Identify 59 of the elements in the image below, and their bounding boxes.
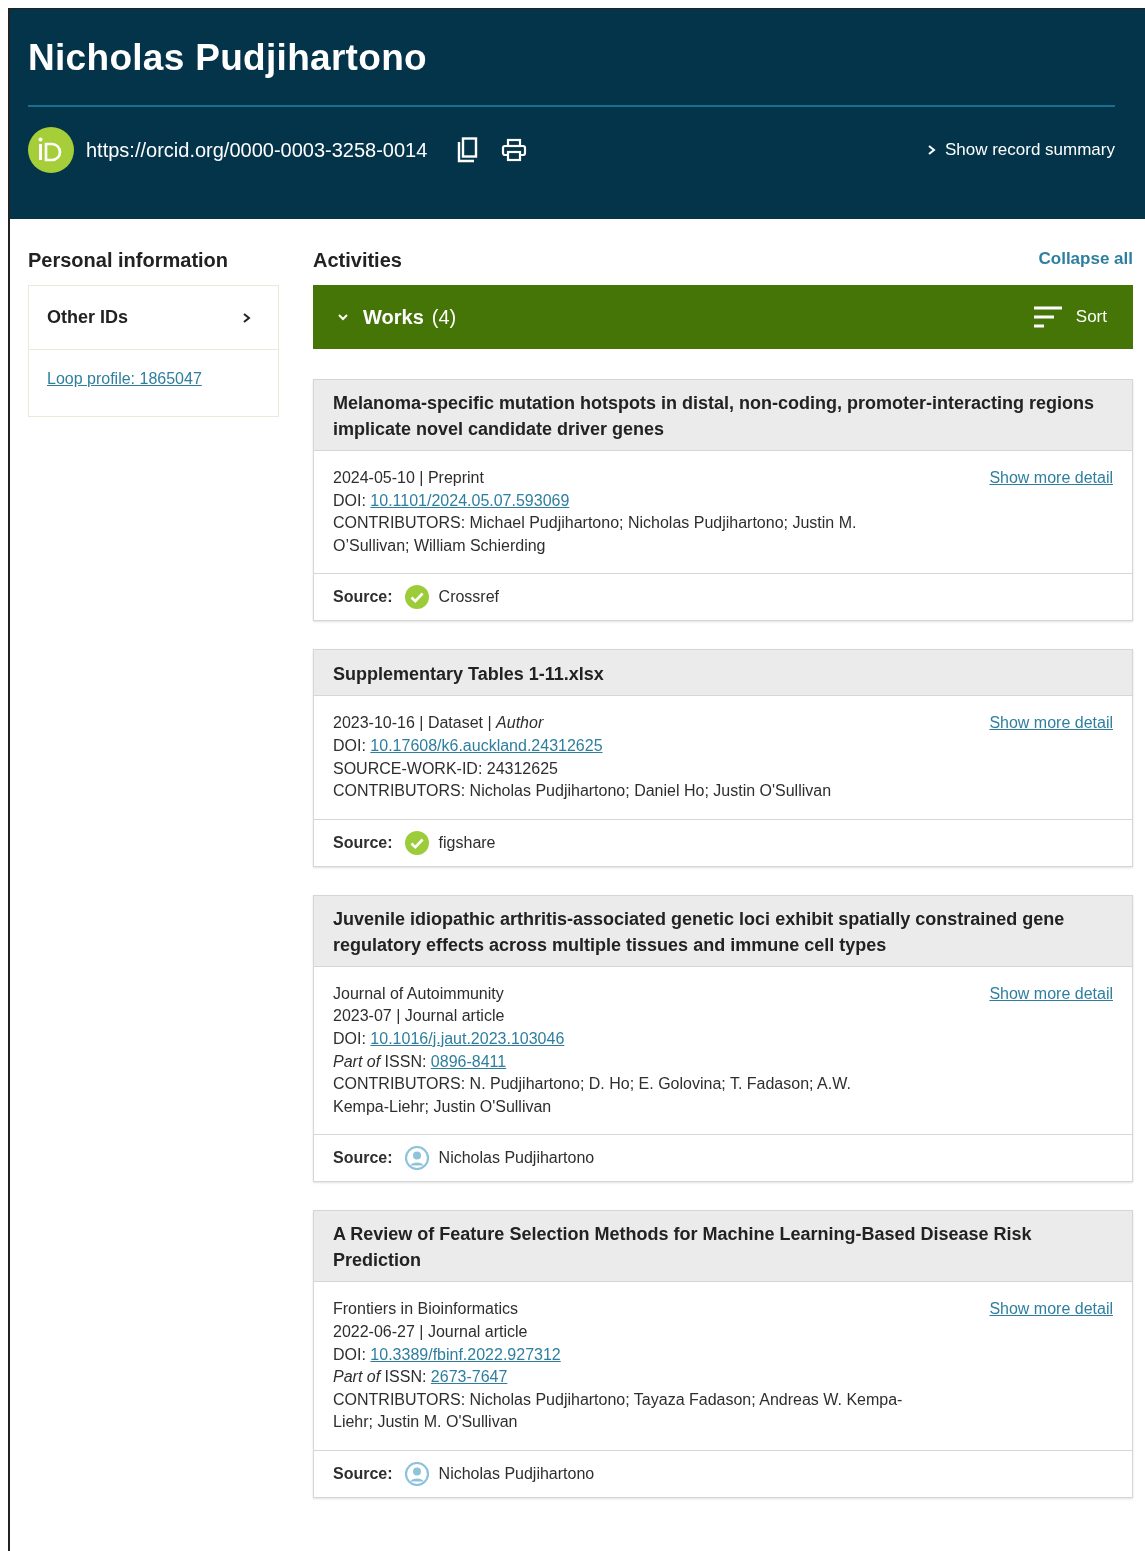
source-name: Crossref xyxy=(438,588,500,607)
work-detail-text: 2023-07 | Journal article xyxy=(333,1006,506,1027)
check-icon xyxy=(404,830,429,855)
source-label: Source: xyxy=(333,833,393,852)
work-detail-text: 2024-05-10 | Preprint xyxy=(333,468,485,488)
copy-icon[interactable] xyxy=(455,137,480,163)
source-name: Nicholas Pudjihartono xyxy=(438,1149,595,1168)
work-detail-text: CONTRIBUTORS: Nicholas Pudjihartono; Daniel Ho; Justin O'Sullivan xyxy=(333,781,833,802)
identifier-link[interactable]: 10.17608/k6.auckland.24312625 xyxy=(370,736,603,754)
check-icon xyxy=(404,585,429,610)
works-header-bar[interactable]: Works (4) Sort xyxy=(313,285,1133,349)
sort-label[interactable]: Sort xyxy=(1075,307,1107,327)
work-detail-text: Journal of Autoimmunity xyxy=(333,983,505,1004)
source-name: figshare xyxy=(438,833,496,852)
print-icon[interactable] xyxy=(501,138,528,162)
identifier-link[interactable]: 10.1016/j.jaut.2023.103046 xyxy=(370,1029,565,1047)
work-detail-text: SOURCE-WORK-ID: 24312625 xyxy=(333,758,559,779)
user-icon xyxy=(404,1461,429,1486)
work-title: Supplementary Tables 1-11.xlsx xyxy=(314,650,1132,697)
work-detail-text: CONTRIBUTORS: Michael Pudjihartono; Nicholas Pudjihartono; Justin M. O’Sullivan; William Schierding xyxy=(333,513,858,556)
work-detail-text: 2022-06-27 | Journal article xyxy=(333,1321,529,1342)
work-title: A Review of Feature Selection Methods for Machine Learning-Based Disease Risk Prediction xyxy=(314,1211,1132,1283)
show-more-detail-link[interactable]: Show more detail xyxy=(989,1298,1113,1321)
identifier-link[interactable]: 10.1101/2024.05.07.593069 xyxy=(370,491,570,509)
show-more-detail-link[interactable]: Show more detail xyxy=(989,712,1113,735)
identifier-text: DOI: 10.17608/k6.auckland.24312625 xyxy=(333,735,604,756)
identifier-link[interactable]: 2673-7647 xyxy=(430,1368,508,1386)
sort-icon[interactable] xyxy=(1033,306,1062,328)
identifier-link[interactable]: 10.3389/fbinf.2022.927312 xyxy=(370,1345,561,1363)
identifier-text: Part of ISSN: 0896-8411 xyxy=(333,1051,508,1072)
other-id-link[interactable]: Loop profile: 1865047 xyxy=(47,370,202,387)
show-more-detail-link[interactable]: Show more detail xyxy=(989,982,1113,1005)
work-detail-text: 2023-10-16 | Dataset | Author xyxy=(333,713,545,734)
section-heading: Activities xyxy=(313,248,402,273)
work-detail-text: CONTRIBUTORS: Nicholas Pudjihartono; Tayaza Fadason; Andreas W. Kempa-Liehr; Justin M. O'Sullivan xyxy=(333,1389,904,1433)
source-label: Source: xyxy=(333,1464,393,1483)
identifier-text: DOI: 10.1101/2024.05.07.593069 xyxy=(333,490,571,511)
work-title: Melanoma-specific mutation hotspots in distal, non-coding, promoter-interacting regions implicate novel candidate driver genes xyxy=(314,380,1132,451)
work-detail-text: CONTRIBUTORS: N. Pudjihartono; D. Ho; E. Golovina; T. Fadason; A.W. Kempa-Liehr; Justin O'Sullivan xyxy=(333,1074,852,1117)
show-summary-link[interactable]: Show record summary xyxy=(924,140,1115,160)
works-label: Works xyxy=(363,305,424,329)
identifier-text: DOI: 10.1016/j.jaut.2023.103046 xyxy=(333,1028,566,1049)
orcid-id-icon xyxy=(28,127,74,173)
works-count: (4) xyxy=(431,305,457,329)
user-icon xyxy=(404,1146,429,1171)
orcid-url: https://orcid.org/0000-0003-3258-0014 xyxy=(86,138,428,162)
identifier-text: Part of ISSN: 2673-7647 xyxy=(333,1367,509,1388)
source-label: Source: xyxy=(333,588,393,607)
profile-name: Nicholas Pudjihartono xyxy=(28,37,428,79)
section-heading: Personal information xyxy=(28,248,230,273)
identifier-link[interactable]: 0896-8411 xyxy=(430,1052,507,1070)
show-more-detail-link[interactable]: Show more detail xyxy=(989,467,1113,489)
collapse-all-link[interactable]: Collapse all xyxy=(1038,245,1133,285)
chevron-icon xyxy=(337,311,349,323)
work-title: Juvenile idiopathic arthritis-associated genetic loci exhibit spatially constrained gene regulatory effects across multiple tissues and immune cell types xyxy=(314,895,1132,967)
source-name: Nicholas Pudjihartono xyxy=(438,1464,595,1483)
work-detail-text: Frontiers in Bioinformatics xyxy=(333,1299,519,1320)
source-label: Source: xyxy=(333,1149,393,1168)
identifier-text: DOI: 10.3389/fbinf.2022.927312 xyxy=(333,1344,562,1365)
